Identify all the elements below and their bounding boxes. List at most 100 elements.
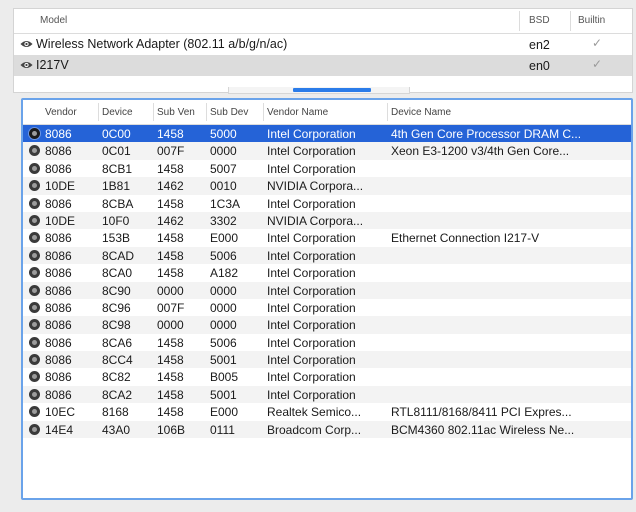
vendor-id-cell: 8086 xyxy=(45,161,72,176)
builtin-checkbox[interactable]: ✓ xyxy=(592,57,602,71)
sub-device-id-cell: 1C3A xyxy=(210,196,241,211)
network-row-i217v[interactable]: I217V en0 ✓ xyxy=(14,55,632,76)
sub-vendor-id-cell: 106B xyxy=(157,422,186,437)
sub-device-id-cell: 0000 xyxy=(210,300,237,315)
sub-vendor-id-cell: 1462 xyxy=(157,213,184,228)
column-divider xyxy=(570,11,571,31)
vendor-id-cell: 8086 xyxy=(45,248,72,263)
table-row[interactable]: 8086 8CB1 1458 5007 Intel Corporation xyxy=(23,160,631,177)
column-header-model[interactable]: Model xyxy=(40,15,67,26)
device-lookup-icon[interactable] xyxy=(29,336,40,348)
sub-vendor-id-cell: 1458 xyxy=(157,387,184,402)
sub-device-id-cell: 0111 xyxy=(210,422,235,437)
column-divider xyxy=(519,11,520,31)
table-row[interactable]: 8086 8CA6 1458 5006 Intel Corporation xyxy=(23,334,631,351)
table-row[interactable]: 8086 8C96 007F 0000 Intel Corporation xyxy=(23,299,631,316)
column-header-vendor-name[interactable]: Vendor Name xyxy=(267,107,387,118)
column-header-device[interactable]: Device xyxy=(102,107,133,118)
table-row[interactable]: 8086 8CC4 1458 5001 Intel Corporation xyxy=(23,351,631,369)
table-row[interactable]: 8086 0C00 1458 5000 Intel Corporation 4th Gen… xyxy=(23,125,631,143)
device-lookup-icon[interactable] xyxy=(29,284,40,296)
column-divider xyxy=(206,103,207,121)
device-lookup-icon[interactable] xyxy=(29,162,40,174)
table-row[interactable]: 8086 153B 1458 E000 Intel Corporation Etherne… xyxy=(23,229,631,246)
column-header-sub-ven[interactable]: Sub Ven xyxy=(157,107,195,118)
device-lookup-icon[interactable] xyxy=(29,232,40,244)
vendor-name-cell: Realtek Semico... xyxy=(267,405,362,420)
device-id-cell: 8CA6 xyxy=(102,335,133,350)
table-row[interactable]: 8086 8CBA 1458 1C3A Intel Corporation xyxy=(23,195,631,212)
device-lookup-icon[interactable] xyxy=(29,319,40,331)
device-lookup-icon[interactable] xyxy=(29,388,40,400)
vendor-name-cell: Intel Corporation xyxy=(267,266,356,281)
column-header-vendor[interactable]: Vendor xyxy=(45,107,77,118)
sub-device-id-cell: B005 xyxy=(210,370,239,385)
column-header-sub-dev[interactable]: Sub Dev xyxy=(210,107,248,118)
vendor-id-cell: 8086 xyxy=(45,196,72,211)
device-lookup-icon[interactable] xyxy=(29,301,40,313)
column-header-device-name[interactable]: Device Name xyxy=(391,107,625,118)
table-row[interactable]: 14E4 43A0 106B 0111 Broadcom Corp... BCM4360 … xyxy=(23,420,631,439)
device-lookup-icon[interactable] xyxy=(29,180,40,192)
device-name-cell: Xeon E3-1200 v3/4th Gen Core... xyxy=(391,144,570,159)
network-bsd-name: en2 xyxy=(529,38,550,52)
device-lookup-icon[interactable] xyxy=(29,371,40,383)
eye-icon[interactable] xyxy=(20,39,33,49)
sub-device-id-cell: E000 xyxy=(210,231,239,246)
device-id-cell: 8CA2 xyxy=(102,387,133,402)
vendor-name-cell: Intel Corporation xyxy=(267,127,356,141)
vendor-id-cell: 14E4 xyxy=(45,422,74,437)
table-row[interactable]: 8086 8C98 0000 0000 Intel Corporation xyxy=(23,316,631,334)
column-divider xyxy=(153,103,154,121)
table-row[interactable]: 8086 8CA0 1458 A182 Intel Corporation xyxy=(23,264,631,281)
vendor-name-cell: Intel Corporation xyxy=(267,387,356,402)
sub-vendor-id-cell: 1458 xyxy=(157,161,184,176)
sub-vendor-id-cell: 1458 xyxy=(157,370,184,385)
table-row[interactable]: 8086 8C82 1458 B005 Intel Corporation xyxy=(23,368,631,385)
sub-device-id-cell: 3302 xyxy=(210,213,237,228)
network-table-header: Model BSD Builtin xyxy=(14,9,632,34)
device-lookup-icon[interactable] xyxy=(29,128,40,139)
device-lookup-icon[interactable] xyxy=(29,249,40,261)
table-row[interactable]: 8086 8C90 0000 0000 Intel Corporation xyxy=(23,281,631,299)
device-lookup-icon[interactable] xyxy=(29,406,40,418)
device-lookup-icon[interactable] xyxy=(29,267,40,279)
device-lookup-icon[interactable] xyxy=(29,145,40,157)
vendor-name-cell: Intel Corporation xyxy=(267,370,356,385)
sub-device-id-cell: 5006 xyxy=(210,335,237,350)
device-lookup-icon[interactable] xyxy=(29,214,40,226)
pci-devices-table[interactable]: Vendor Device Sub Ven Sub Dev Vendor Nam… xyxy=(21,98,633,500)
sub-device-id-cell: E000 xyxy=(210,405,239,420)
sub-vendor-id-cell: 1458 xyxy=(157,405,184,420)
vendor-name-cell: NVIDIA Corpora... xyxy=(267,213,364,228)
eye-icon[interactable] xyxy=(20,60,33,70)
table-row[interactable]: 10DE 1B81 1462 0010 NVIDIA Corpora... xyxy=(23,177,631,195)
vendor-id-cell: 10DE xyxy=(45,213,76,228)
device-name-cell: 4th Gen Core Processor DRAM C... xyxy=(391,127,582,141)
device-id-cell: 8CC4 xyxy=(102,353,133,368)
sub-device-id-cell: 0010 xyxy=(210,179,237,194)
table-row[interactable]: 8086 8CA2 1458 5001 Intel Corporation xyxy=(23,385,631,404)
table-row[interactable]: 10EC 8168 1458 E000 Realtek Semico... RTL8111… xyxy=(23,403,631,420)
vendor-name-cell: Intel Corporation xyxy=(267,300,356,315)
builtin-checkbox[interactable]: ✓ xyxy=(592,36,602,50)
table-row[interactable]: 10DE 10F0 1462 3302 NVIDIA Corpora... xyxy=(23,211,631,230)
device-id-cell: 8C90 xyxy=(102,283,131,298)
active-tab-indicator[interactable] xyxy=(293,88,371,92)
sub-vendor-id-cell: 1458 xyxy=(157,196,184,211)
device-lookup-icon[interactable] xyxy=(29,197,40,209)
device-id-cell: 153B xyxy=(102,231,131,246)
table-row[interactable]: 8086 8CAD 1458 5006 Intel Corporation xyxy=(23,246,631,265)
sub-device-id-cell: 0000 xyxy=(210,318,237,333)
device-lookup-icon[interactable] xyxy=(29,423,40,435)
vendor-name-cell: NVIDIA Corpora... xyxy=(267,179,364,194)
vendor-name-cell: Intel Corporation xyxy=(267,161,356,176)
column-header-builtin[interactable]: Builtin xyxy=(578,15,605,26)
device-id-cell: 8CA0 xyxy=(102,266,133,281)
table-row[interactable]: 8086 0C01 007F 0000 Intel Corporation Xeon E3… xyxy=(23,142,631,160)
vendor-id-cell: 8086 xyxy=(45,231,72,246)
network-row-wireless[interactable]: Wireless Network Adapter (802.11 a/b/g/n… xyxy=(14,34,632,55)
device-lookup-icon[interactable] xyxy=(29,354,40,366)
device-id-cell: 1B81 xyxy=(102,179,131,194)
column-header-bsd[interactable]: BSD xyxy=(529,15,550,26)
